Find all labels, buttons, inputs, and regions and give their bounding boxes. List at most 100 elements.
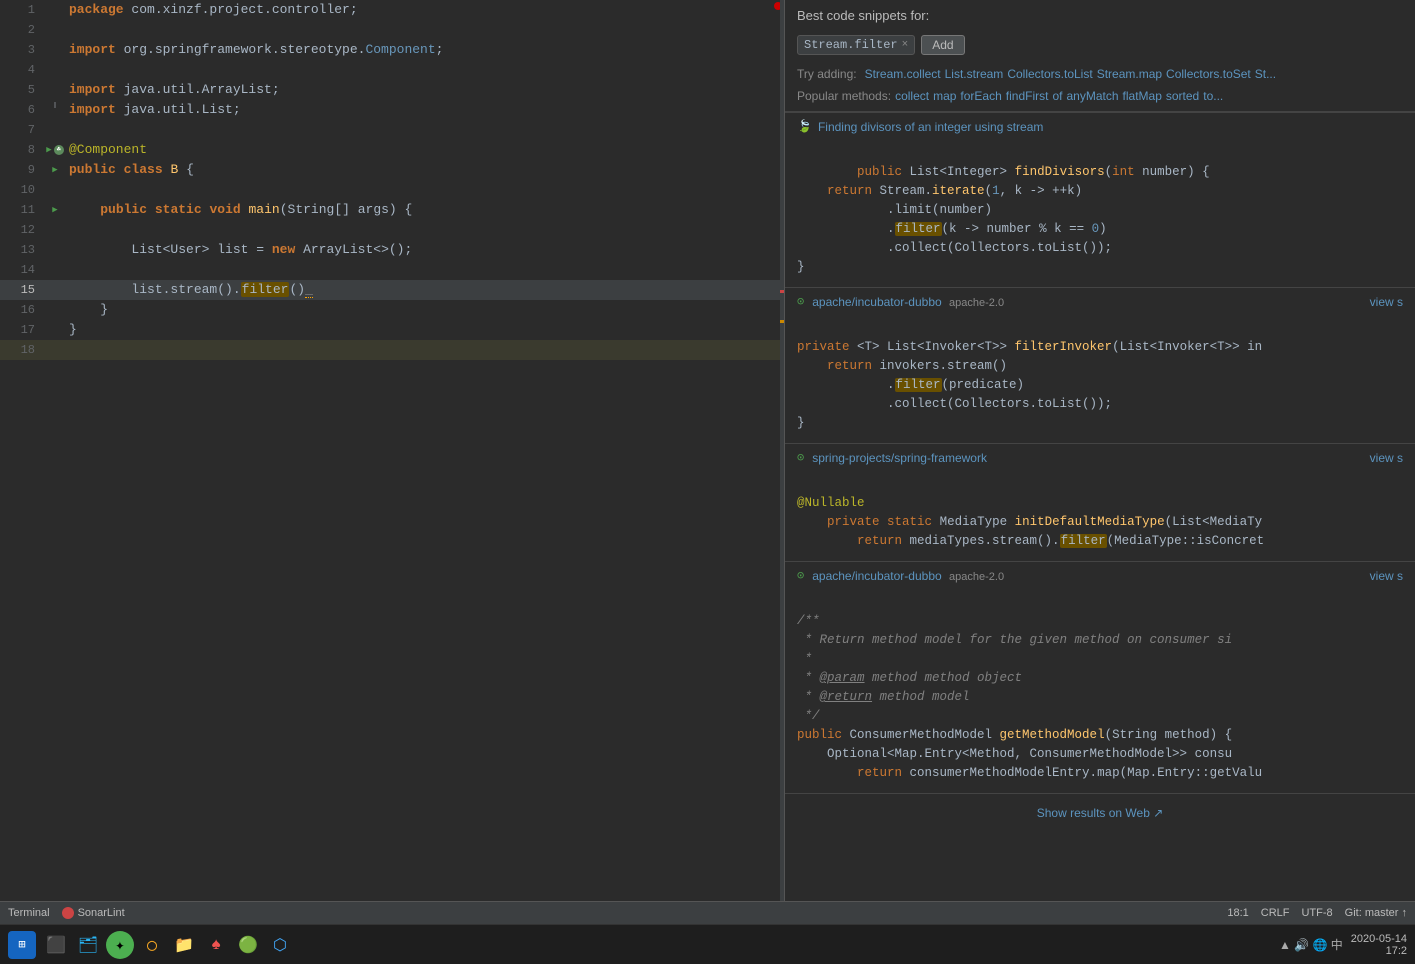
line-content: } — [65, 320, 784, 340]
line-content — [65, 180, 784, 200]
date-display: 2020-05-14 — [1351, 933, 1407, 945]
search-bar: Stream.filter × Add — [785, 31, 1415, 63]
method-collect[interactable]: collect — [895, 89, 929, 103]
method-more[interactable]: to... — [1203, 89, 1223, 103]
snippet-source-4: apache/incubator-dubbo apache-2.0 — [812, 569, 1004, 583]
method-map[interactable]: map — [933, 89, 956, 103]
show-results-web-link[interactable]: Show results on Web ↗ — [1037, 806, 1164, 820]
method-sorted[interactable]: sorted — [1166, 89, 1199, 103]
taskbar-right: ▲ 🔊 🌐 中 2020-05-14 17:2 — [1279, 933, 1407, 957]
taskbar-app-4[interactable]: ◯ — [138, 931, 166, 959]
line-number: 18 — [0, 340, 45, 360]
code-line: 10 — [0, 180, 784, 200]
line-content — [65, 120, 784, 140]
snippet-card-4: ⊙ apache/incubator-dubbo apache-2.0 view… — [785, 561, 1415, 793]
stream-map-tag[interactable]: Stream.map — [1097, 67, 1162, 81]
code-editor: 1 package com.xinzf.project.controller; … — [0, 0, 785, 901]
octocat-icon: ⊙ — [797, 294, 804, 309]
line-content: list.stream().filter()_ — [65, 280, 784, 300]
method-flatmap[interactable]: flatMap — [1123, 89, 1162, 103]
line-number: 1 — [0, 0, 45, 20]
method-foreach[interactable]: forEach — [960, 89, 1001, 103]
line-number: 2 — [0, 20, 45, 40]
line-number: 5 — [0, 80, 45, 100]
line-content: package com.xinzf.project.controller; — [65, 0, 784, 20]
code-lines: 1 package com.xinzf.project.controller; … — [0, 0, 784, 360]
view-source-link-3[interactable]: view s — [1370, 451, 1403, 465]
run-icon[interactable]: ▶ — [46, 140, 51, 160]
taskbar-app-1[interactable]: ⬛ — [42, 931, 70, 959]
run-icon3[interactable]: ▶ — [52, 200, 57, 220]
taskbar-left: ⊞ ⬛ 🗂 ✦ ◯ 📁 ♠ 🟢 ⬡ — [8, 931, 294, 959]
code-line: 7 — [0, 120, 784, 140]
more-tags[interactable]: St... — [1255, 67, 1276, 81]
line-content — [65, 260, 784, 280]
snippet-code-2: private <T> List<Invoker<T>> filterInvok… — [785, 315, 1415, 443]
line-number: 14 — [0, 260, 45, 280]
run-icon2[interactable]: ▶ — [52, 160, 57, 180]
code-line: 2 — [0, 20, 784, 40]
snippet-source-3: spring-projects/spring-framework — [812, 451, 987, 465]
method-of[interactable]: of — [1052, 89, 1062, 103]
code-line: 16 } — [0, 300, 784, 320]
license-badge: apache-2.0 — [949, 297, 1004, 309]
taskbar-app-6[interactable]: ♠ — [202, 931, 230, 959]
code-line: 5 import java.util.ArrayList; — [0, 80, 784, 100]
method-findfirst[interactable]: findFirst — [1006, 89, 1049, 103]
line-content: List<User> list = new ArrayList<>(); — [65, 240, 784, 260]
encoding: UTF-8 — [1301, 907, 1332, 919]
method-anymatch[interactable]: anyMatch — [1066, 89, 1118, 103]
scrollbar-track — [780, 0, 784, 901]
datetime-display: 2020-05-14 17:2 — [1351, 933, 1407, 957]
license-badge-2: apache-2.0 — [949, 571, 1004, 583]
line-number: 15 — [0, 280, 45, 300]
snippet-header-3: ⊙ spring-projects/spring-framework view … — [785, 444, 1415, 471]
octocat-icon-2: ⊙ — [797, 450, 804, 465]
line-content: import org.springframework.stereotype.Co… — [65, 40, 784, 60]
status-bar: Terminal SonarLint 18:1 CRLF UTF-8 Git: … — [0, 901, 1415, 924]
scroll-error-marker — [780, 290, 784, 293]
leaf-icon: 🍃 — [797, 119, 812, 134]
repo-name-4[interactable]: apache/incubator-dubbo — [812, 569, 941, 583]
view-source-link-4[interactable]: view s — [1370, 569, 1403, 583]
collectors-tolist-tag[interactable]: Collectors.toList — [1007, 67, 1092, 81]
taskbar-app-8[interactable]: ⬡ — [266, 931, 294, 959]
close-tag-icon[interactable]: × — [902, 39, 909, 51]
line-gutter — [45, 100, 65, 110]
search-tag-label: Stream.filter — [804, 38, 898, 52]
add-button[interactable]: Add — [921, 35, 964, 55]
collectors-toset-tag[interactable]: Collectors.toSet — [1166, 67, 1251, 81]
code-line-active: 15 list.stream().filter()_ — [0, 280, 784, 300]
stream-collect-tag[interactable]: Stream.collect — [865, 67, 941, 81]
start-button[interactable]: ⊞ — [8, 931, 36, 959]
taskbar-app-2[interactable]: 🗂 — [74, 931, 102, 959]
line-number: 6 — [0, 100, 45, 120]
snippet-code-3: @Nullable private static MediaType initD… — [785, 471, 1415, 561]
terminal-tab[interactable]: Terminal — [8, 907, 50, 919]
status-left: Terminal SonarLint — [8, 907, 125, 919]
repo-name-3[interactable]: spring-projects/spring-framework — [812, 451, 987, 465]
finding-title[interactable]: Finding divisors of an integer using str… — [818, 120, 1043, 134]
snippet-card-2: ⊙ apache/incubator-dubbo apache-2.0 view… — [785, 287, 1415, 443]
taskbar-app-7[interactable]: 🟢 — [234, 931, 262, 959]
snippet-header-2: ⊙ apache/incubator-dubbo apache-2.0 view… — [785, 288, 1415, 315]
suggestions-panel: Best code snippets for: Stream.filter × … — [785, 0, 1415, 901]
list-stream-tag[interactable]: List.stream — [945, 67, 1004, 81]
line-content — [65, 220, 784, 240]
sonar-label: SonarLint — [78, 907, 125, 919]
cursor-position: 18:1 — [1227, 907, 1248, 919]
fold-icon — [50, 100, 60, 110]
line-gutter: ▶ — [45, 160, 65, 180]
taskbar-app-3[interactable]: ✦ — [106, 931, 134, 959]
search-tag[interactable]: Stream.filter × — [797, 35, 915, 55]
line-number: 9 — [0, 160, 45, 180]
line-number: 17 — [0, 320, 45, 340]
view-source-link[interactable]: view s — [1370, 295, 1403, 309]
sonar-tab[interactable]: SonarLint — [62, 907, 125, 919]
taskbar-app-5[interactable]: 📁 — [170, 931, 198, 959]
repo-name[interactable]: apache/incubator-dubbo — [812, 295, 941, 309]
code-line: 4 — [0, 60, 784, 80]
panel-header: Best code snippets for: — [785, 0, 1415, 31]
bean-icon: ☘ — [54, 145, 64, 155]
code-line: 9 ▶ public class B { — [0, 160, 784, 180]
